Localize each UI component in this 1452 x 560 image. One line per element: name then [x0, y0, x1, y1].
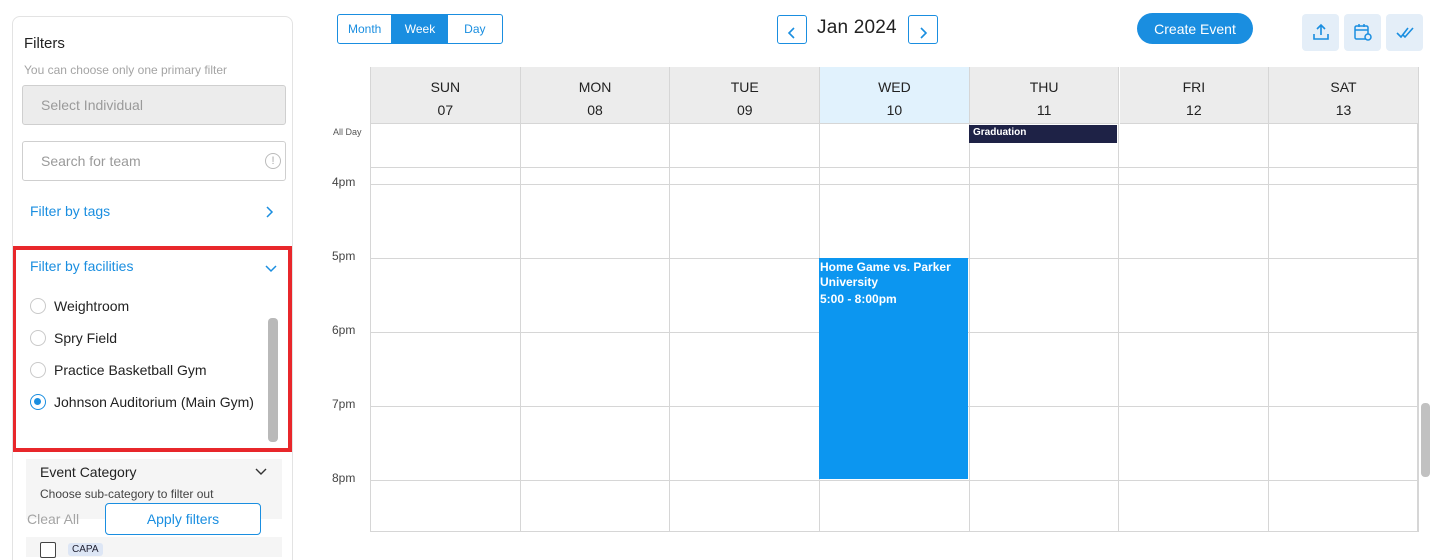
prev-button[interactable]	[777, 15, 807, 44]
filters-title: Filters	[24, 35, 65, 52]
hour-line-4pm	[371, 184, 1419, 185]
mark-all-read-button[interactable]	[1386, 14, 1423, 51]
radio-button[interactable]	[30, 330, 46, 346]
filters-subtitle: You can choose only one primary filter	[24, 63, 228, 77]
upload-button[interactable]	[1302, 14, 1339, 51]
search-team-input[interactable]	[22, 141, 286, 181]
chevron-down-icon[interactable]	[254, 467, 268, 477]
day-header: MON 08	[520, 67, 670, 124]
facility-option-spry-field[interactable]: Spry Field	[30, 330, 117, 349]
day-number: 13	[1335, 102, 1352, 118]
day-number: 08	[587, 102, 603, 118]
view-toggle: Month Week Day	[337, 14, 503, 44]
calendar-settings-button[interactable]	[1344, 14, 1381, 51]
event-graduation[interactable]: Graduation	[969, 125, 1117, 143]
day-number: 07	[437, 102, 454, 118]
category-badge: CAPA	[68, 543, 103, 556]
day-name: FRI	[1182, 79, 1206, 95]
day-header: SAT 13	[1269, 67, 1418, 124]
calendar-app: Filters You can choose only one primary …	[0, 0, 1452, 560]
view-week-button[interactable]: Week	[392, 15, 448, 43]
day-column-sun[interactable]: SUN 07	[371, 67, 521, 532]
time-label-8pm: 8pm	[332, 471, 356, 485]
day-column-sat[interactable]: SAT 13	[1269, 67, 1419, 532]
event-category-subtitle: Choose sub-category to filter out	[40, 487, 214, 501]
day-name: SUN	[430, 79, 461, 95]
filter-by-facilities-toggle[interactable]: Filter by facilities	[30, 258, 133, 274]
day-name: THU	[1029, 79, 1059, 95]
facility-label: Johnson Auditorium (Main Gym)	[54, 394, 254, 410]
day-name: MON	[578, 79, 612, 95]
filter-by-facilities-panel: Filter by facilities Weightroom Spry Fie…	[13, 246, 292, 452]
event-time: 5:00 - 8:00pm	[820, 292, 897, 306]
day-column-fri[interactable]: FRI 12	[1119, 67, 1270, 532]
day-number: 12	[1186, 102, 1202, 118]
current-month-label: Jan 2024	[817, 17, 897, 38]
facility-label: Practice Basketball Gym	[54, 362, 207, 378]
calendar-settings-icon	[1353, 24, 1372, 41]
day-header-today: WED 10	[820, 67, 969, 124]
day-number: 11	[1036, 102, 1052, 118]
create-event-button[interactable]: Create Event	[1137, 13, 1253, 44]
next-button[interactable]	[908, 15, 938, 44]
view-month-button[interactable]: Month	[338, 15, 393, 43]
all-day-divider	[371, 167, 1419, 168]
facility-label: Weightroom	[54, 298, 130, 314]
filter-by-tags-toggle[interactable]: Filter by tags	[30, 203, 110, 219]
day-column-tue[interactable]: TUE 09	[670, 67, 821, 532]
view-day-button[interactable]: Day	[448, 15, 502, 43]
all-day-label: All Day	[333, 127, 362, 137]
radio-button[interactable]	[30, 298, 46, 314]
time-label-6pm: 6pm	[332, 323, 356, 337]
day-header: THU 11	[969, 67, 1119, 124]
time-label-7pm: 7pm	[332, 397, 356, 411]
category-checkbox[interactable]	[40, 542, 56, 558]
double-check-icon	[1395, 27, 1414, 39]
clear-all-button[interactable]: Clear All	[27, 511, 79, 527]
chevron-right-icon[interactable]	[263, 205, 275, 219]
filters-sidebar: Filters You can choose only one primary …	[12, 16, 293, 560]
info-icon: !	[265, 153, 281, 169]
chevron-down-icon[interactable]	[264, 263, 278, 273]
facility-option-johnson-auditorium[interactable]: Johnson Auditorium (Main Gym)	[30, 394, 254, 413]
facility-option-weightroom[interactable]: Weightroom	[30, 298, 129, 317]
facility-label: Spry Field	[54, 330, 118, 346]
event-home-game[interactable]: Home Game vs. Parker University 5:00 - 8…	[819, 258, 968, 479]
day-column-mon[interactable]: MON 08	[520, 67, 671, 532]
day-name: SAT	[1330, 79, 1357, 95]
event-category-title[interactable]: Event Category	[40, 464, 137, 480]
apply-filters-button[interactable]: Apply filters	[105, 503, 261, 535]
day-header: SUN 07	[371, 67, 520, 124]
calendar-scrollbar[interactable]	[1421, 403, 1430, 477]
chevron-left-icon	[787, 27, 795, 39]
category-list-item: CAPA	[26, 537, 282, 558]
radio-button[interactable]	[30, 362, 46, 378]
day-number: 10	[886, 102, 903, 118]
day-name: TUE	[730, 79, 759, 95]
day-header: TUE 09	[670, 67, 820, 124]
day-name: WED	[878, 79, 911, 95]
select-individual-dropdown[interactable]: Select Individual	[22, 85, 286, 125]
radio-button-selected[interactable]	[30, 394, 46, 410]
hour-line-8pm	[371, 480, 1419, 481]
event-title: Home Game vs. Parker University	[820, 260, 951, 289]
day-number: 09	[736, 102, 753, 118]
facility-option-practice-basketball-gym[interactable]: Practice Basketball Gym	[30, 362, 207, 381]
time-label-5pm: 5pm	[332, 249, 356, 263]
day-header: FRI 12	[1119, 67, 1269, 124]
facilities-scrollbar[interactable]	[268, 318, 278, 442]
time-label-4pm: 4pm	[332, 175, 356, 189]
chevron-right-icon	[920, 27, 928, 39]
upload-icon	[1312, 23, 1329, 40]
